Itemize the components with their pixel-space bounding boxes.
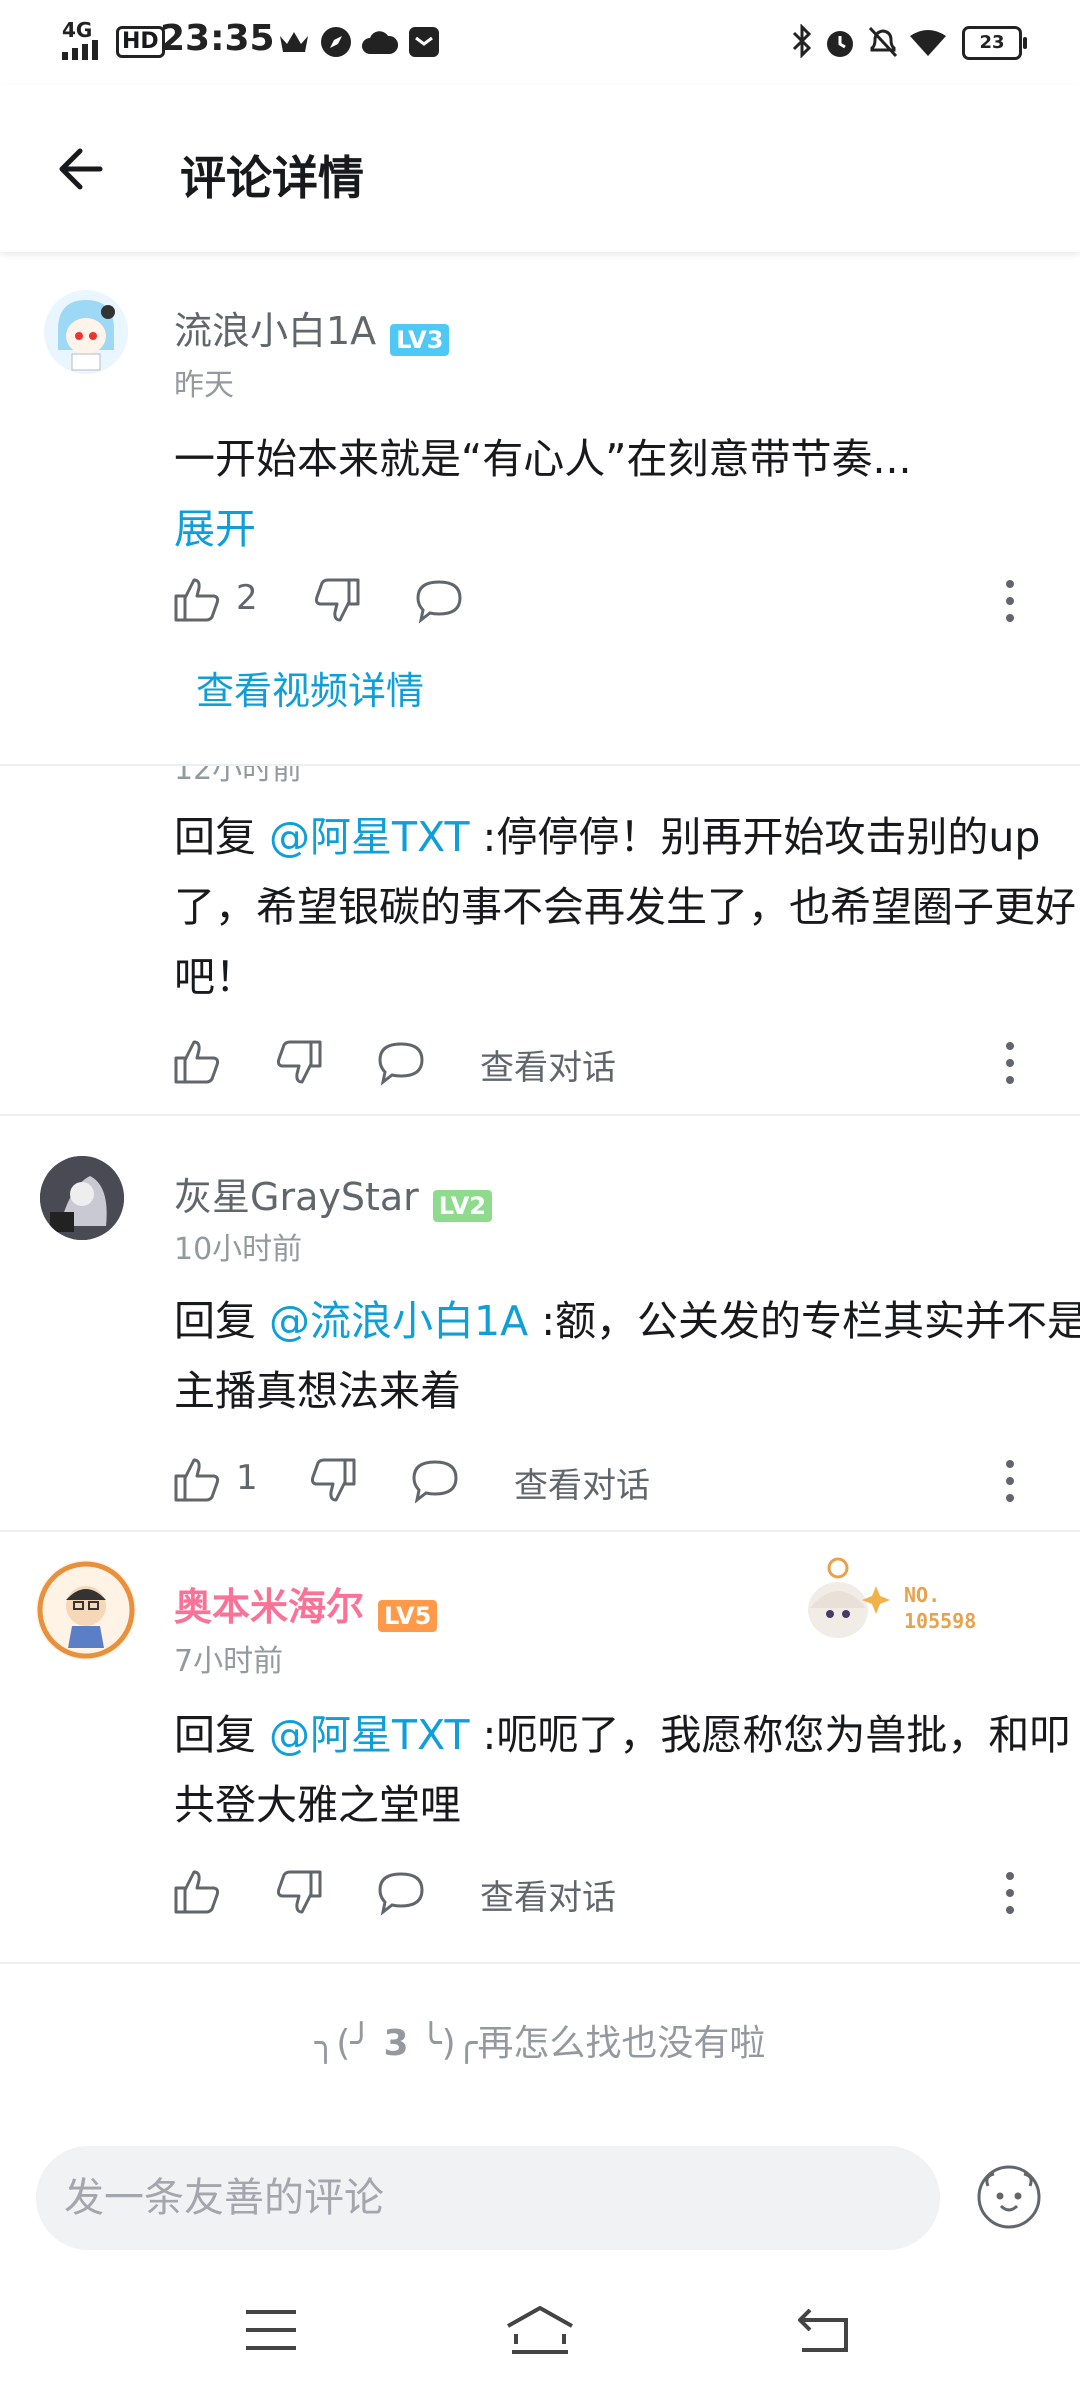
like-icon[interactable] xyxy=(172,1866,222,1916)
more-icon[interactable] xyxy=(1002,578,1018,624)
status-bar: 4G HD 23:35 23 xyxy=(0,0,1080,84)
menu-icon[interactable] xyxy=(244,2308,298,2352)
app-header: 评论详情 xyxy=(0,84,1080,252)
comment-time: 12小时前 xyxy=(174,766,303,787)
battery-icon: 23 xyxy=(962,26,1027,60)
end-of-list-message: ╮(╯ 3 ╰)╭再怎么找也没有啦 xyxy=(0,2014,1080,2066)
view-conversation-link[interactable]: 查看对话 xyxy=(480,1040,616,1089)
back-nav-icon[interactable] xyxy=(796,2306,850,2354)
comment-time: 昨天 xyxy=(174,368,234,403)
alarm-icon xyxy=(827,31,853,57)
username[interactable]: 灰星GrayStar xyxy=(174,1175,419,1219)
view-conversation-link[interactable]: 查看对话 xyxy=(514,1458,650,1507)
emoticon-right: ╰)╭ xyxy=(419,2023,478,2064)
reply-text: 回复 @流浪小白1A :额，公关发的专栏其实并不是主播真想法来着 xyxy=(174,1286,1080,1426)
level-badge: LV3 xyxy=(390,323,450,356)
mention-link[interactable]: @阿星TXT xyxy=(269,813,469,861)
reply-prefix: 回复 xyxy=(174,1711,270,1759)
paimon-badge-icon xyxy=(808,1557,890,1638)
reply-text: 回复 @阿星TXT :停停停！别再开始攻击别的up了，希望银碳的事不会再发生了，… xyxy=(174,802,1080,1012)
main-comment: 流浪小白1A LV3 昨天 一开始本来就是“有心人”在刻意带节奏... 展开 2 … xyxy=(0,252,1080,764)
avatar[interactable] xyxy=(36,1560,136,1660)
divider xyxy=(0,1962,1080,1964)
reply-prefix: 回复 xyxy=(174,813,270,861)
more-icon[interactable] xyxy=(1002,1458,1018,1504)
compass-icon xyxy=(321,27,351,57)
more-icon[interactable] xyxy=(1002,1870,1018,1916)
like-icon[interactable] xyxy=(172,1454,222,1504)
level-badge: LV2 xyxy=(432,1189,493,1222)
emoticon-left: ╮(╯ xyxy=(314,2023,372,2064)
dislike-icon[interactable] xyxy=(308,1456,358,1506)
emoticon-number: 3 xyxy=(383,2023,409,2064)
view-video-link[interactable]: 查看视频详情 xyxy=(196,660,424,715)
wifi-icon xyxy=(910,30,946,56)
view-conversation-link[interactable]: 查看对话 xyxy=(480,1870,616,1919)
dislike-icon[interactable] xyxy=(274,1868,324,1918)
reply-item: 奥本米海尔 LV5 NO. 105598 7小时前 回复 @阿星TXT :呃呃了，… xyxy=(0,1532,1080,1962)
hd-badge: HD xyxy=(116,26,165,58)
comment-text: 一开始本来就是“有心人”在刻意带节奏... xyxy=(174,435,912,483)
back-arrow-icon[interactable] xyxy=(52,136,118,202)
like-icon[interactable] xyxy=(172,574,222,624)
more-icon[interactable] xyxy=(1002,1040,1018,1086)
cloud-icon xyxy=(362,31,398,54)
username[interactable]: 流浪小白1A xyxy=(174,309,376,353)
avatar[interactable] xyxy=(40,1156,124,1240)
reply-icon[interactable] xyxy=(376,1870,426,1916)
username[interactable]: 奥本米海尔 xyxy=(174,1585,364,1629)
avatar-illustration-icon xyxy=(37,1561,135,1659)
reply-text: 回复 @阿星TXT :呃呃了，我愿称您为兽批，和叩共登大雅之堂哩 xyxy=(174,1700,1080,1840)
reply-icon[interactable] xyxy=(376,1040,426,1086)
emoji-icon[interactable] xyxy=(976,2164,1042,2230)
signal-icon xyxy=(62,40,98,60)
reply-item: 12小时前 回复 @阿星TXT :停停停！别再开始攻击别的up了，希望银碳的事不… xyxy=(0,766,1080,1114)
fan-badge: NO. 105598 xyxy=(796,1556,1006,1656)
mention-link[interactable]: @阿星TXT xyxy=(269,1711,469,1759)
crown-icon xyxy=(280,32,308,52)
reply-icon[interactable] xyxy=(414,578,464,624)
home-icon[interactable] xyxy=(504,2304,576,2356)
dislike-icon[interactable] xyxy=(312,576,362,626)
page-title: 评论详情 xyxy=(180,151,364,205)
comment-time: 7小时前 xyxy=(174,1644,284,1679)
end-message: 再怎么找也没有啦 xyxy=(477,2023,766,2064)
reply-prefix: 回复 xyxy=(174,1297,270,1345)
mute-bell-icon xyxy=(868,26,898,58)
reply-icon[interactable] xyxy=(410,1458,460,1504)
reply-item: 灰星GrayStar LV2 10小时前 回复 @流浪小白1A :额，公关发的专栏… xyxy=(0,1116,1080,1530)
like-icon[interactable] xyxy=(172,1036,222,1086)
system-nav-bar xyxy=(0,2270,1080,2400)
level-badge: LV5 xyxy=(378,1599,438,1632)
like-count: 2 xyxy=(236,578,258,618)
avatar-illustration-icon xyxy=(40,1156,124,1240)
badge-number: NO. 105598 xyxy=(904,1583,977,1633)
comment-input[interactable] xyxy=(36,2146,940,2250)
clock: 23:35 xyxy=(160,18,275,59)
avatar[interactable] xyxy=(44,290,128,374)
expand-link[interactable]: 展开 xyxy=(174,505,256,553)
comment-input-bar xyxy=(0,2126,1080,2266)
mention-link[interactable]: @流浪小白1A xyxy=(269,1297,528,1345)
avatar-illustration-icon xyxy=(58,300,115,371)
dislike-icon[interactable] xyxy=(274,1038,324,1088)
comment-time: 10小时前 xyxy=(174,1232,303,1267)
like-count: 1 xyxy=(236,1458,258,1498)
bluetooth-icon xyxy=(792,24,812,58)
message-icon xyxy=(409,27,439,57)
